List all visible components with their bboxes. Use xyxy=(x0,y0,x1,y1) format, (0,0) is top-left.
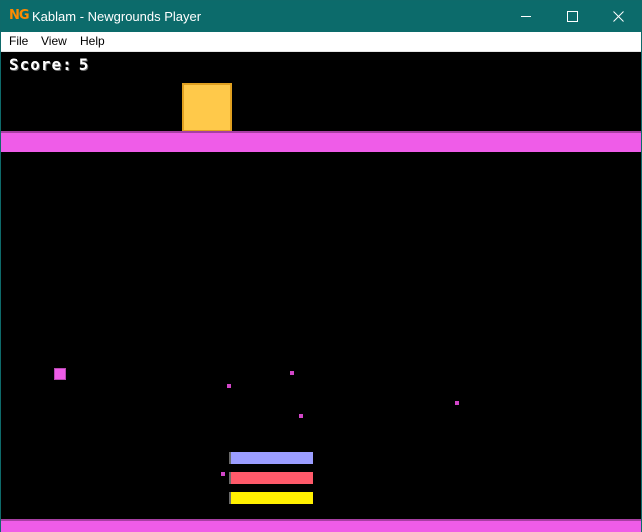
maximize-icon xyxy=(566,11,578,22)
player-block xyxy=(182,83,232,132)
menu-view[interactable]: View xyxy=(38,34,70,49)
minimize-button[interactable] xyxy=(503,1,549,32)
menu-bar: File View Help xyxy=(1,32,641,52)
title-bar[interactable]: NG Kablam - Newgrounds Player xyxy=(1,1,641,32)
newgrounds-logo-icon: NG xyxy=(9,8,30,23)
score-value: 5 xyxy=(78,55,90,74)
particle xyxy=(290,371,294,375)
close-button[interactable] xyxy=(595,1,641,32)
particle xyxy=(455,401,459,405)
particle xyxy=(221,472,225,476)
bar-yellow xyxy=(229,492,313,504)
bottom-platform xyxy=(1,519,641,532)
menu-file[interactable]: File xyxy=(6,34,31,49)
bar-blue xyxy=(229,452,313,464)
bar-red xyxy=(229,472,313,484)
particle xyxy=(227,384,231,388)
close-icon xyxy=(612,11,624,22)
score-display: Score: 5 xyxy=(9,56,89,74)
score-label: Score: xyxy=(9,55,73,74)
maximize-button[interactable] xyxy=(549,1,595,32)
game-canvas[interactable]: Score: 5 xyxy=(1,52,641,532)
minimize-icon xyxy=(520,16,531,17)
menu-help[interactable]: Help xyxy=(77,34,108,49)
top-platform xyxy=(1,131,641,152)
particle xyxy=(299,414,303,418)
enemy-block xyxy=(54,368,66,380)
window-title: Kablam - Newgrounds Player xyxy=(32,9,202,24)
app-window: NG Kablam - Newgrounds Player File View … xyxy=(0,0,642,532)
